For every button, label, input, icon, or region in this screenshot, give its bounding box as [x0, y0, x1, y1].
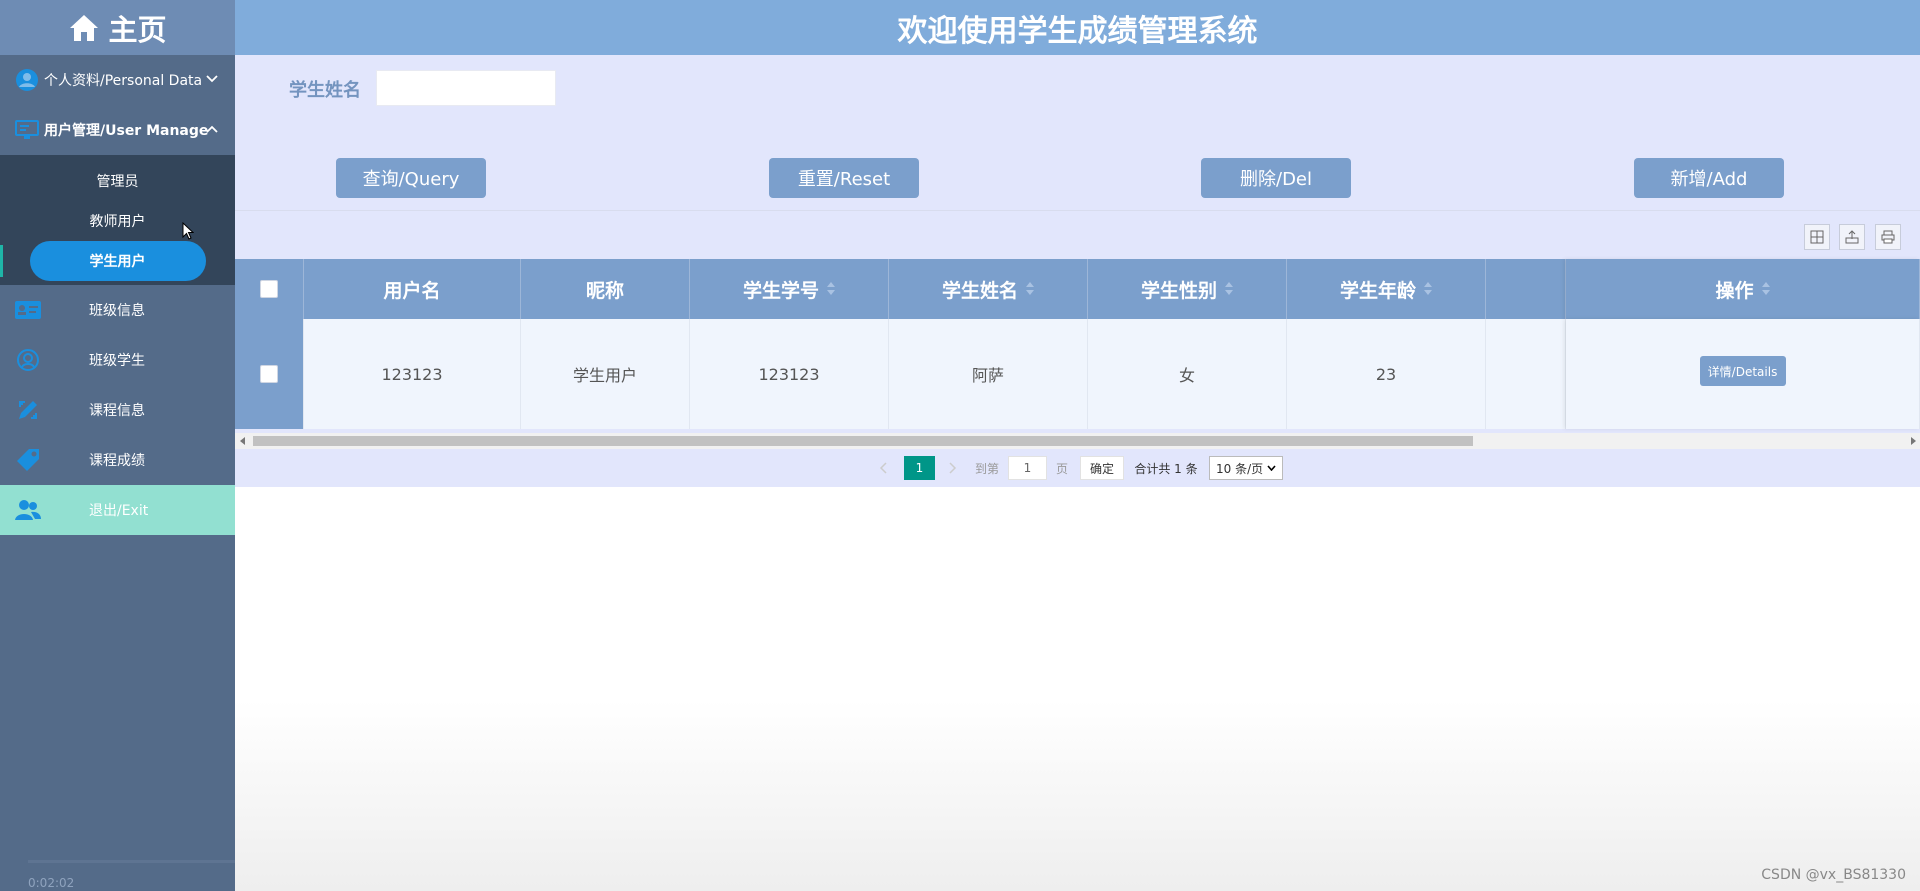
columns-filter-button[interactable]	[1804, 224, 1830, 250]
table-area: 用户名 昵称 学生学号 学生姓名 学生性别 学生年龄 操作 123123 学生用…	[235, 210, 1920, 487]
sidebar-item-class-info[interactable]: 班级信息	[0, 285, 235, 335]
submenu-user-manage: 管理员 教师用户 学生用户	[0, 155, 235, 285]
column-header-student-no[interactable]: 学生学号	[690, 259, 889, 319]
cell-nickname: 学生用户	[521, 319, 690, 429]
page-size-value: 10 条/页	[1216, 461, 1264, 476]
query-button[interactable]: 查询/Query	[336, 158, 486, 198]
export-button[interactable]	[1839, 224, 1865, 250]
next-page-icon[interactable]	[946, 456, 958, 480]
sidebar-item-label: 课程成绩	[89, 453, 145, 469]
users-icon	[14, 497, 42, 523]
id-card-icon	[14, 297, 42, 323]
active-indicator	[0, 245, 3, 277]
prev-page-icon[interactable]	[878, 456, 890, 480]
sidebar-item-course-grades[interactable]: 课程成绩	[0, 435, 235, 485]
student-group-icon	[14, 347, 42, 373]
menu-group-label: 用户管理/User Manage	[44, 123, 209, 139]
sidebar-item-teacher-users[interactable]: 教师用户	[0, 201, 235, 241]
columns-icon	[1810, 230, 1824, 244]
cell-hidden	[1486, 319, 1566, 429]
sidebar-item-label: 管理员	[96, 174, 139, 190]
row-checkbox[interactable]	[260, 365, 278, 383]
sidebar-item-label: 教师用户	[89, 214, 146, 230]
column-header-hidden	[1486, 259, 1566, 319]
brand-label: 主页	[108, 12, 167, 47]
sidebar-item-label: 班级信息	[89, 303, 145, 319]
row-select-cell	[235, 319, 304, 429]
menu-group-personal-data[interactable]: 个人资料/Personal Data	[0, 55, 235, 105]
sidebar-item-class-students[interactable]: 班级学生	[0, 335, 235, 385]
content-background	[235, 700, 1920, 891]
horizontal-scrollbar[interactable]	[235, 433, 1920, 449]
page-header: 欢迎使用学生成绩管理系统	[235, 0, 1920, 55]
chevron-up-icon	[206, 125, 218, 133]
menu-group-label: 个人资料/Personal Data	[44, 73, 203, 89]
page-suffix: 页	[1055, 461, 1068, 476]
sort-icon	[1424, 282, 1432, 296]
scroll-left-icon[interactable]	[240, 437, 245, 445]
data-table: 用户名 昵称 学生学号 学生姓名 学生性别 学生年龄 操作 123123 学生用…	[235, 259, 1920, 429]
sidebar-item-label: 学生用户	[29, 241, 206, 281]
chevron-down-icon	[206, 75, 218, 83]
sidebar-item-exit[interactable]: 退出/Exit	[0, 485, 235, 535]
goto-confirm-button[interactable]: 确定	[1080, 456, 1124, 480]
reset-button[interactable]: 重置/Reset	[769, 158, 919, 198]
pencil-ruler-icon	[14, 397, 42, 423]
sort-icon	[1761, 282, 1770, 296]
export-icon	[1845, 230, 1859, 244]
goto-page-input[interactable]: 1	[1008, 456, 1047, 480]
mouse-cursor-icon	[182, 222, 194, 240]
column-header-actions[interactable]: 操作	[1566, 259, 1920, 319]
total-count: 合计共 1 条	[1134, 461, 1198, 476]
cell-gender: 女	[1088, 319, 1287, 429]
column-header-nickname[interactable]: 昵称	[521, 259, 690, 319]
sidebar: 主页 个人资料/Personal Data 用户管理/User Manage 管…	[0, 0, 823, 891]
home-link[interactable]: 主页	[0, 0, 235, 55]
add-button[interactable]: 新增/Add	[1634, 158, 1784, 198]
pagination: 1 到第 1 页 确定 合计共 1 条 10 条/页	[235, 453, 1920, 483]
goto-prefix: 到第	[974, 461, 999, 476]
column-header-gender[interactable]: 学生性别	[1088, 259, 1287, 319]
sort-icon	[1026, 282, 1034, 296]
sort-icon	[1225, 282, 1233, 296]
column-header-student-name[interactable]: 学生姓名	[889, 259, 1088, 319]
print-button[interactable]	[1875, 224, 1901, 250]
menu-group-user-manage[interactable]: 用户管理/User Manage	[0, 105, 235, 155]
user-circle-icon	[14, 67, 40, 93]
page-title: 欢迎使用学生成绩管理系统	[897, 13, 1258, 49]
page-1-button[interactable]: 1	[904, 456, 935, 480]
column-header-age[interactable]: 学生年龄	[1287, 259, 1486, 319]
cell-student-no: 123123	[690, 319, 889, 429]
tag-icon	[14, 447, 42, 473]
column-header-username[interactable]: 用户名	[304, 259, 521, 319]
cell-age: 23	[1287, 319, 1486, 429]
delete-button[interactable]: 删除/Del	[1201, 158, 1351, 198]
student-name-input[interactable]	[376, 70, 556, 106]
print-icon	[1881, 230, 1895, 244]
search-panel: 学生姓名 查询/Query 重置/Reset 删除/Del 新增/Add	[235, 55, 1920, 210]
chevron-down-icon	[1267, 465, 1276, 471]
sidebar-item-label: 退出/Exit	[89, 503, 149, 519]
student-name-label: 学生姓名	[289, 80, 361, 101]
sidebar-item-label: 班级学生	[89, 353, 145, 369]
scrollbar-thumb[interactable]	[253, 436, 1473, 446]
cell-username: 123123	[304, 319, 521, 429]
sidebar-item-course-info[interactable]: 课程信息	[0, 385, 235, 435]
watermark: CSDN @vx_BS81330	[1761, 867, 1906, 883]
sidebar-item-student-users[interactable]: 学生用户	[0, 241, 235, 281]
page-size-select[interactable]: 10 条/页	[1209, 456, 1283, 480]
sidebar-item-admin[interactable]: 管理员	[0, 161, 235, 201]
sidebar-item-label: 课程信息	[89, 403, 145, 419]
home-icon	[70, 14, 99, 41]
select-all-checkbox[interactable]	[260, 280, 278, 298]
video-timestamp: 0:02:02	[28, 876, 75, 890]
scroll-right-icon[interactable]	[1911, 437, 1916, 445]
monitor-icon	[14, 117, 40, 143]
cell-actions: 详情/Details	[1566, 319, 1920, 429]
select-all-cell	[235, 259, 304, 319]
details-button[interactable]: 详情/Details	[1699, 356, 1786, 386]
sort-icon	[827, 282, 835, 296]
cell-student-name: 阿萨	[889, 319, 1088, 429]
